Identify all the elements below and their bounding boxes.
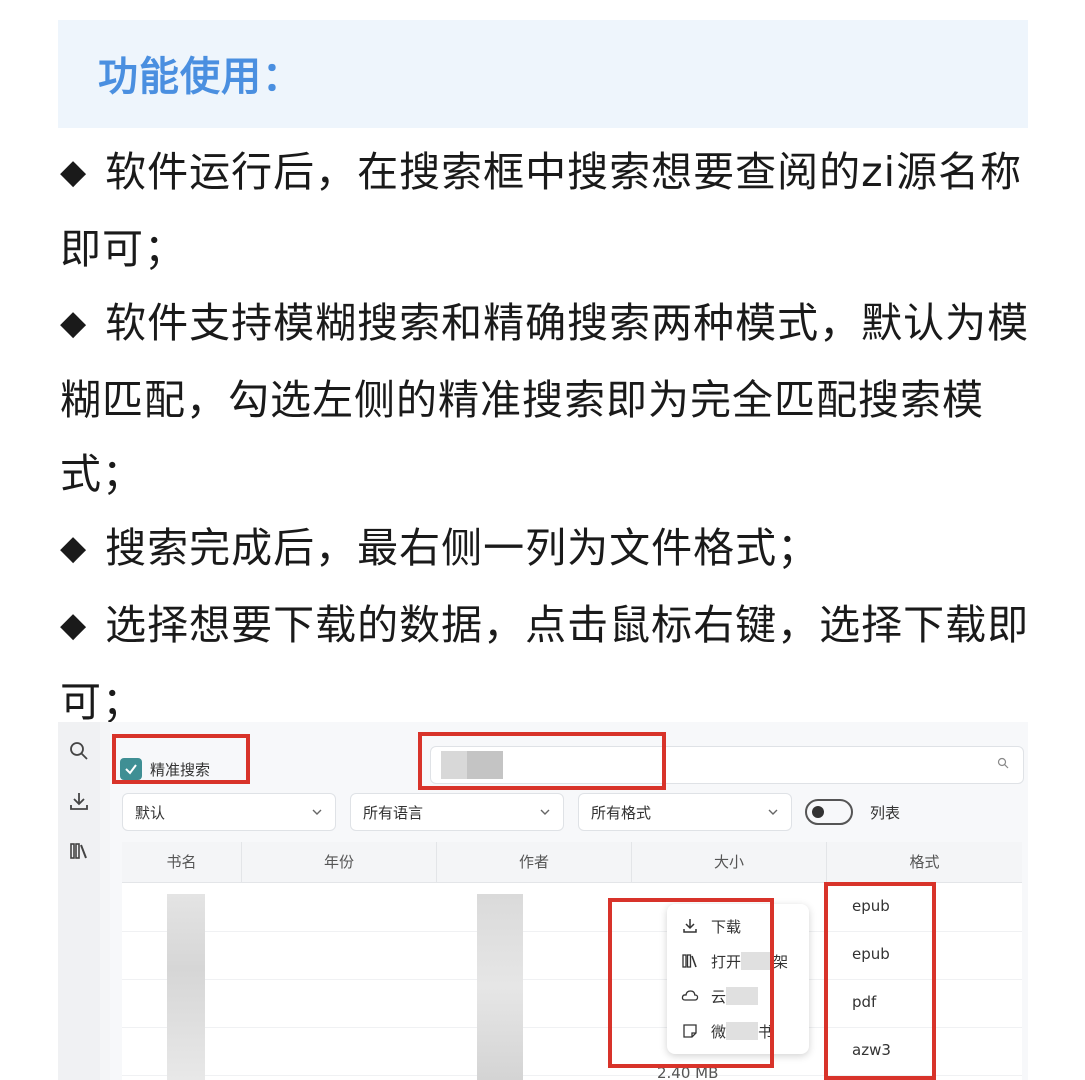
search-icon[interactable]	[68, 740, 90, 762]
download-icon[interactable]	[68, 790, 90, 812]
library-icon[interactable]	[68, 840, 90, 862]
app-screenshot: 精准搜索 默认 所有语言 所有格式 列表 书名 年份 作者 大小 格式 epub…	[58, 722, 1028, 1080]
section-title: 功能使用：	[98, 54, 303, 100]
author-column-blurred	[477, 894, 523, 1080]
diamond-bullet-icon: ◆	[60, 152, 88, 192]
title-column-blurred	[167, 894, 205, 1080]
column-header-size[interactable]: 大小	[632, 842, 827, 882]
column-header-year[interactable]: 年份	[242, 842, 437, 882]
list-view-toggle[interactable]	[805, 799, 853, 825]
highlight-format-column	[824, 882, 936, 1080]
column-header-format[interactable]: 格式	[827, 842, 1022, 882]
language-select[interactable]: 所有语言	[350, 793, 564, 831]
instruction-item: ◆ 软件运行后，在搜索框中搜索想要查阅的zi源名称即可；	[60, 148, 1023, 273]
column-header-title[interactable]: 书名	[122, 842, 242, 882]
header-band: 功能使用：	[58, 20, 1028, 128]
chevron-down-icon	[768, 809, 778, 815]
diamond-bullet-icon: ◆	[60, 303, 88, 343]
chevron-down-icon	[312, 809, 322, 815]
column-header-author[interactable]: 作者	[437, 842, 632, 882]
sidebar-rail	[58, 722, 100, 1080]
toggle-knob	[812, 806, 824, 818]
format-select[interactable]: 所有格式	[578, 793, 792, 831]
table-header: 书名 年份 作者 大小 格式	[122, 842, 1022, 883]
instruction-item: ◆ 选择想要下载的数据，点击鼠标右键，选择下载即可；	[60, 601, 1030, 726]
instruction-list: ◆ 软件运行后，在搜索框中搜索想要查阅的zi源名称即可； ◆ 软件支持模糊搜索和精确…	[60, 135, 1040, 739]
chevron-down-icon	[540, 809, 550, 815]
highlight-search-box	[418, 732, 666, 790]
highlight-exact-search	[112, 734, 250, 784]
diamond-bullet-icon: ◆	[60, 528, 88, 568]
highlight-context-menu	[608, 898, 774, 1068]
instruction-item: ◆ 搜索完成后，最右侧一列为文件格式；	[60, 524, 820, 572]
list-view-label: 列表	[870, 804, 901, 822]
sort-select[interactable]: 默认	[122, 793, 336, 831]
search-submit-icon[interactable]	[997, 757, 1009, 769]
diamond-bullet-icon: ◆	[60, 605, 88, 645]
instruction-item: ◆ 软件支持模糊搜索和精确搜索两种模式，默认为模糊匹配，勾选左侧的精准搜索即为完全…	[60, 299, 1030, 498]
